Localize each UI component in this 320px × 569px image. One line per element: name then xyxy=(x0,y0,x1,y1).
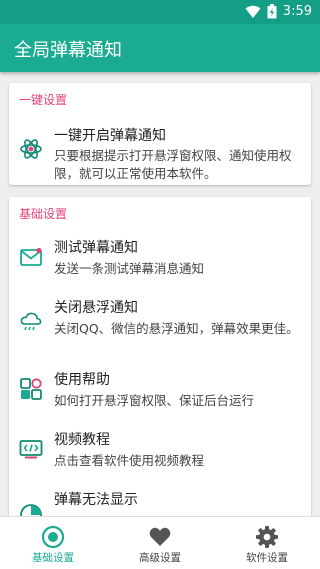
list-item-close-floating[interactable]: 关闭悬浮通知 关闭QQ、微信的悬浮通知，弹幕效果更佳。 xyxy=(9,297,311,359)
item-title: 视频教程 xyxy=(54,432,110,448)
list-item-danmaku-not-showing[interactable]: 弹幕无法显示 xyxy=(9,489,311,516)
item-title: 弹幕无法显示 xyxy=(54,492,138,508)
gear-icon xyxy=(256,526,278,548)
item-description: 点击查看软件使用视频教程 xyxy=(54,453,205,468)
item-title: 使用帮助 xyxy=(54,372,110,388)
page-title: 全局弹幕通知 xyxy=(14,40,122,61)
item-title: 一键开启弹幕通知 xyxy=(54,128,166,144)
item-description: 关闭QQ、微信的悬浮通知，弹幕效果更佳。 xyxy=(54,321,299,336)
section-title: 一键设置 xyxy=(19,93,68,107)
wifi-icon xyxy=(245,5,261,18)
section-card-quick-setup: 一键设置 一键开启弹幕通知 只要根据提示打开悬浮窗权限、通知使用权限，就可以正常… xyxy=(9,83,311,185)
battery-icon xyxy=(267,4,277,19)
item-description: 如何打开悬浮窗权限、保证后台运行 xyxy=(54,393,255,408)
list-item-video-tutorial[interactable]: 视频教程 点击查看软件使用视频教程 xyxy=(9,429,311,479)
settings-list[interactable]: 一键设置 一键开启弹幕通知 只要根据提示打开悬浮窗权限、通知使用权限，就可以正常… xyxy=(0,72,320,516)
heart-icon xyxy=(149,527,171,546)
item-title: 测试弹幕通知 xyxy=(54,240,138,256)
item-title: 关闭悬浮通知 xyxy=(54,300,138,316)
nav-label: 高级设置 xyxy=(139,552,181,564)
list-item-test-danmaku[interactable]: 测试弹幕通知 发送一条测试弹幕消息通知 xyxy=(9,237,311,287)
status-time: 3:59 xyxy=(282,4,312,19)
nav-label: 基础设置 xyxy=(32,552,74,564)
item-description: 发送一条测试弹幕消息通知 xyxy=(54,261,205,276)
status-icons: 3:59 xyxy=(245,4,312,19)
cloud-icon xyxy=(20,312,42,331)
nav-tab-basic-settings[interactable]: 基础设置 xyxy=(0,517,106,569)
apps-icon xyxy=(20,378,42,400)
section-card-basic-settings: 基础设置 测试弹幕通知 发送一条测试弹幕消息通知 关闭悬浮通知 关闭QQ、微信的… xyxy=(9,197,311,516)
nav-tab-software-settings[interactable]: 软件设置 xyxy=(214,517,320,569)
bottom-navigation: 基础设置 高级设置 软件设置 xyxy=(0,516,320,569)
pie-icon xyxy=(20,504,42,516)
app-bar: 全局弹幕通知 xyxy=(0,24,320,72)
atom-icon xyxy=(20,139,42,159)
list-item-help[interactable]: 使用帮助 如何打开悬浮窗权限、保证后台运行 xyxy=(9,369,311,419)
mail-icon xyxy=(20,247,42,266)
item-description: 只要根据提示打开悬浮窗权限、通知使用权限，就可以正常使用本软件。 xyxy=(54,148,292,181)
list-item-quick-enable[interactable]: 一键开启弹幕通知 只要根据提示打开悬浮窗权限、通知使用权限，就可以正常使用本软件… xyxy=(9,125,311,183)
radio-icon xyxy=(41,525,65,549)
nav-label: 软件设置 xyxy=(246,552,288,564)
status-bar: 3:59 xyxy=(0,0,320,24)
video-icon xyxy=(19,440,43,459)
section-title: 基础设置 xyxy=(19,207,68,221)
nav-tab-advanced-settings[interactable]: 高级设置 xyxy=(107,517,213,569)
